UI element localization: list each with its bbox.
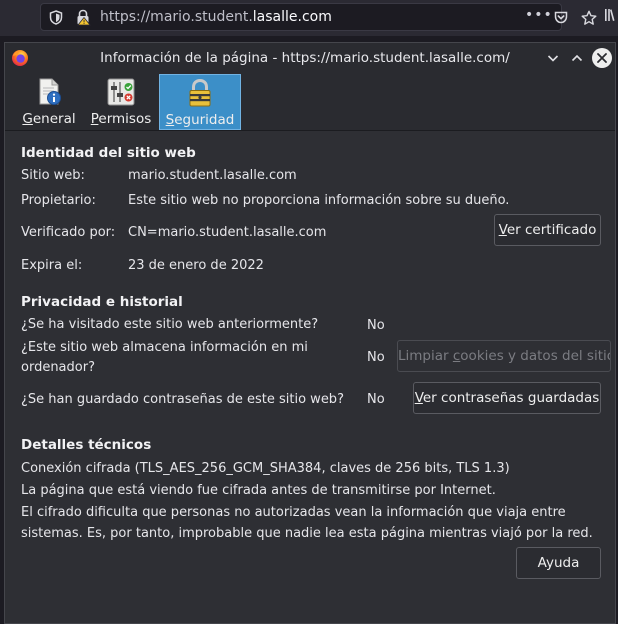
passwords-answer: No xyxy=(367,392,385,407)
visited-question: ¿Se ha visitado este sitio web anteriorm… xyxy=(21,317,319,332)
pocket-icon[interactable] xyxy=(554,11,568,24)
url-bar[interactable]: https://mario.student.lasalle.com ••• xyxy=(40,3,597,31)
expires-value: 23 de enero de 2022 xyxy=(128,258,264,273)
security-lock-icon xyxy=(189,78,211,107)
visited-answer: No xyxy=(367,318,385,333)
tab-permisos[interactable]: Permisos xyxy=(88,74,154,130)
library-icon[interactable] xyxy=(604,8,618,22)
encryption-explanation: El cifrado dificulta que personas no aut… xyxy=(21,505,593,541)
stores-question-line1: ¿Este sitio web almacena información en … xyxy=(21,340,308,355)
info-document-icon xyxy=(39,78,61,105)
view-certificate-button[interactable]: Ver certificado xyxy=(494,214,601,246)
encrypted-note: La página que está viendo fue cifrada an… xyxy=(21,483,496,498)
identity-heading: Identidad del sitio web xyxy=(21,145,196,161)
stores-question-line2: ordenador? xyxy=(21,360,95,375)
privacy-heading: Privacidad e historial xyxy=(21,294,183,310)
page-info-dialog: Información de la página - https://mario… xyxy=(4,42,616,624)
dialog-titlebar[interactable]: Información de la página - https://mario… xyxy=(5,43,615,73)
permissions-icon xyxy=(107,78,135,106)
dialog-tabbar: General Permisos Seguridad xyxy=(5,73,615,131)
help-button[interactable]: Ayuda xyxy=(516,547,601,579)
owner-label: Propietario: xyxy=(21,193,96,208)
chevron-down-icon[interactable] xyxy=(546,51,560,65)
stores-answer: No xyxy=(367,350,385,365)
close-button[interactable] xyxy=(592,48,612,68)
lock-warning-icon[interactable] xyxy=(75,9,91,26)
bookmark-star-icon[interactable] xyxy=(581,10,597,26)
page-actions-menu-icon[interactable]: ••• xyxy=(525,7,553,23)
clear-cookies-button[interactable]: Limpiar cookies y datos del sitio xyxy=(397,340,611,372)
tab-general-label: General xyxy=(22,111,76,127)
technical-heading: Detalles técnicos xyxy=(21,437,152,453)
verified-label: Verificado por: xyxy=(21,225,116,240)
tab-general[interactable]: General xyxy=(19,74,79,130)
chevron-up-icon[interactable] xyxy=(570,51,584,65)
dialog-title: Información de la página - https://mario… xyxy=(100,50,510,66)
verified-value: CN=mario.student.lasalle.com xyxy=(128,225,327,240)
shield-icon[interactable] xyxy=(49,10,63,25)
browser-toolbar: https://mario.student.lasalle.com ••• xyxy=(0,0,618,36)
connection-details: Conexión cifrada (TLS_AES_256_GCM_SHA384… xyxy=(21,461,510,476)
url-text[interactable]: https://mario.student.lasalle.com xyxy=(100,9,332,25)
site-value: mario.student.lasalle.com xyxy=(128,168,297,183)
close-icon xyxy=(597,53,607,63)
owner-value: Este sitio web no proporciona informació… xyxy=(128,193,510,208)
site-label: Sitio web: xyxy=(21,168,85,183)
tab-permisos-label: Permisos xyxy=(90,111,152,127)
expires-label: Expira el: xyxy=(21,258,83,273)
view-saved-passwords-button[interactable]: Ver contraseñas guardadas xyxy=(413,382,601,414)
tab-seguridad-label: Seguridad xyxy=(165,112,235,128)
tab-seguridad[interactable]: Seguridad xyxy=(159,74,241,130)
passwords-question: ¿Se han guardado contraseñas de este sit… xyxy=(21,392,344,407)
